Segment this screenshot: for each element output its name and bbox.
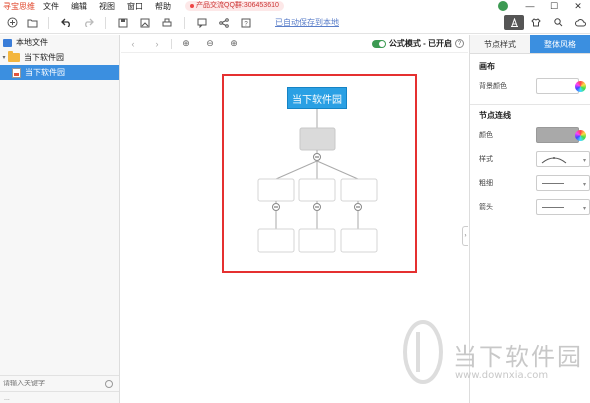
line-thickness-row: 粗细 ▾ <box>470 171 590 195</box>
color-picker-icon[interactable] <box>575 129 586 141</box>
line-sample <box>542 183 564 184</box>
chevron-down-icon: ▾ <box>582 206 586 212</box>
bg-color-row: 背景颜色 <box>470 74 590 98</box>
line-style-row: 样式 ▾ <box>470 147 590 171</box>
canvas-section-title: 画布 <box>479 61 495 71</box>
line-color-row: 颜色 <box>470 123 590 147</box>
highlight-box <box>222 74 417 273</box>
bg-color-swatch[interactable] <box>536 78 579 94</box>
line-sample <box>542 207 564 208</box>
watermark-text: 当下软件园 <box>453 343 583 371</box>
line-thickness-dropdown[interactable]: ▾ <box>536 175 590 191</box>
watermark-logo <box>403 320 443 384</box>
section-divider <box>470 104 590 105</box>
chevron-down-icon: ▾ <box>582 158 586 164</box>
collapse-right-panel-button[interactable]: › <box>462 226 468 246</box>
curve-style-icon <box>541 157 567 164</box>
tab-overall-style[interactable]: 整体风格 <box>530 35 590 53</box>
line-color-swatch[interactable] <box>536 127 579 143</box>
arrow-row: 箭头 ▾ <box>470 195 590 219</box>
bg-color-label: 背景颜色 <box>479 83 507 90</box>
line-style-dropdown[interactable]: ▾ <box>536 151 590 167</box>
color-picker-icon[interactable] <box>575 80 586 92</box>
line-section-title: 节点连线 <box>479 110 511 120</box>
arrow-label: 箭头 <box>479 204 493 211</box>
chevron-down-icon: ▾ <box>582 182 586 188</box>
line-style-label: 样式 <box>479 156 493 163</box>
arrow-dropdown[interactable]: ▾ <box>536 199 590 215</box>
line-thickness-label: 粗细 <box>479 180 493 187</box>
watermark-url: www.downxia.com <box>455 370 549 381</box>
style-tabs: 节点样式 整体风格 <box>470 35 590 54</box>
tab-node-style[interactable]: 节点样式 <box>470 35 530 53</box>
line-color-label: 颜色 <box>479 132 493 139</box>
